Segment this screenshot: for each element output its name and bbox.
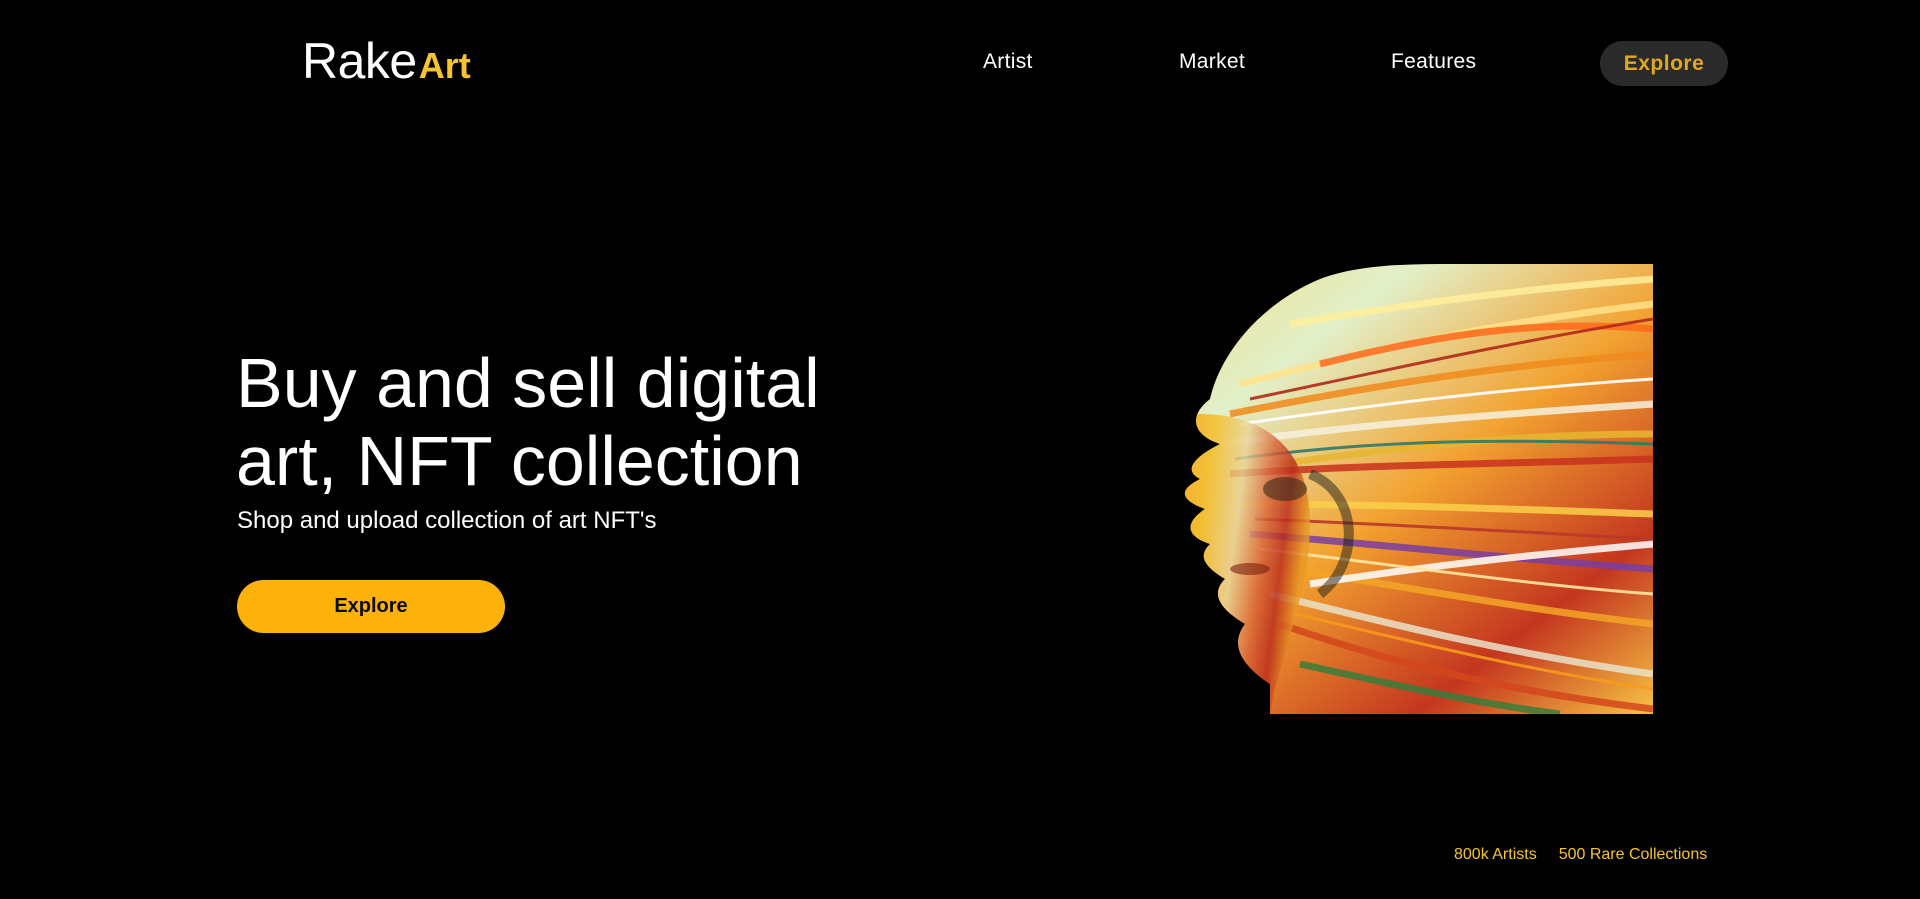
- colorful-face-profile-icon: [1060, 264, 1653, 714]
- nav-link-artist[interactable]: Artist: [983, 50, 1033, 74]
- stat-artists: 800k Artists: [1454, 846, 1537, 863]
- nav-explore-button[interactable]: Explore: [1600, 41, 1728, 86]
- hero-explore-button[interactable]: Explore: [237, 580, 505, 633]
- nav-link-features[interactable]: Features: [1391, 50, 1476, 74]
- hero-artwork-image: [1060, 264, 1653, 714]
- stat-collections: 500 Rare Collections: [1558, 846, 1708, 863]
- brand-logo[interactable]: Rake Art: [302, 36, 471, 86]
- hero-title: Buy and sell digital art, NFT collection: [236, 344, 936, 500]
- brand-name-main: Rake: [302, 33, 417, 89]
- hero-title-line-2: art, NFT collection: [236, 422, 803, 500]
- brand-name-accent: Art: [418, 45, 471, 86]
- hero-title-line-1: Buy and sell digital: [236, 344, 820, 422]
- stats-bar: 800k Artists 500 Rare Collections: [1454, 846, 1707, 864]
- nav-link-market[interactable]: Market: [1179, 50, 1245, 74]
- landing-page: Rake Art Artist Market Features Explore …: [0, 0, 1920, 899]
- hero-subtitle: Shop and upload collection of art NFT's: [237, 507, 657, 534]
